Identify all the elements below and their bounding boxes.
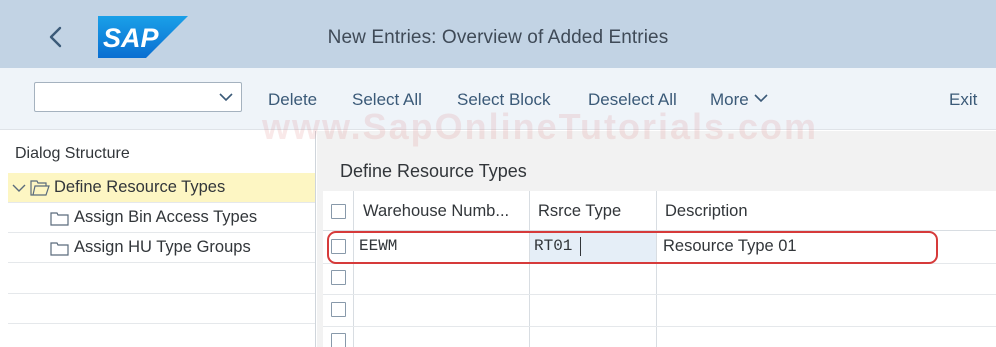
column-separator — [353, 191, 354, 347]
tree-item-assign-bin-access-types[interactable]: Assign Bin Access Types — [8, 203, 315, 233]
variant-dropdown[interactable] — [34, 82, 242, 112]
resource-type-input[interactable]: RT01 — [534, 237, 572, 255]
entries-table: Warehouse Numb... Rsrce Type Description… — [323, 191, 996, 347]
column-separator — [529, 191, 530, 347]
tree-item-label: Assign HU Type Groups — [74, 238, 251, 256]
tree-item-label: Assign Bin Access Types — [74, 208, 258, 226]
row-divider — [323, 294, 996, 295]
chevron-down-icon — [754, 94, 768, 103]
row-divider — [323, 263, 996, 264]
deselect-all-button[interactable]: Deselect All — [588, 90, 677, 110]
more-menu-label: More — [710, 90, 749, 109]
tree-item-define-resource-types[interactable]: Define Resource Types — [8, 173, 315, 203]
row-select-checkbox[interactable] — [331, 270, 346, 285]
shell-header: SAP New Entries: Overview of Added Entri… — [0, 0, 996, 68]
toolbar: Delete Select All Select Block Deselect … — [0, 68, 996, 130]
expand-chevron-icon[interactable] — [12, 183, 26, 193]
table-header-row: Warehouse Numb... Rsrce Type Description — [323, 191, 996, 231]
content-panel: Define Resource Types Warehouse Numb... … — [317, 131, 996, 347]
folder-icon — [50, 242, 69, 256]
more-menu-button[interactable]: More — [710, 90, 768, 110]
row-select-checkbox[interactable] — [331, 239, 346, 254]
tree-item-assign-hu-type-groups[interactable]: Assign HU Type Groups — [8, 233, 315, 263]
row-divider — [323, 326, 996, 327]
warehouse-cell[interactable]: EEWM — [359, 237, 397, 255]
table-title: Define Resource Types — [340, 161, 527, 181]
tree-divider — [8, 293, 315, 294]
tree-divider — [8, 323, 315, 324]
row-select-checkbox[interactable] — [331, 333, 346, 347]
column-header-description[interactable]: Description — [665, 202, 748, 221]
select-block-button[interactable]: Select Block — [457, 90, 551, 110]
row-select-checkbox[interactable] — [331, 302, 346, 317]
column-header-warehouse[interactable]: Warehouse Numb... — [363, 202, 509, 221]
description-cell[interactable]: Resource Type 01 — [663, 237, 797, 256]
column-header-resource-type[interactable]: Rsrce Type — [538, 202, 621, 221]
page-title: New Entries: Overview of Added Entries — [327, 27, 669, 48]
column-separator — [656, 191, 657, 347]
select-all-checkbox[interactable] — [331, 204, 346, 219]
dialog-structure-panel: Dialog Structure Define Resource Types A… — [0, 131, 316, 347]
text-caret — [580, 237, 581, 256]
select-all-button[interactable]: Select All — [352, 90, 422, 110]
chevron-down-icon — [219, 93, 233, 102]
tree-item-label: Define Resource Types — [54, 178, 226, 196]
folder-open-icon — [30, 180, 50, 196]
exit-button[interactable]: Exit — [949, 90, 977, 110]
dialog-structure-heading: Dialog Structure — [15, 145, 130, 162]
delete-button[interactable]: Delete — [268, 90, 317, 110]
folder-icon — [50, 212, 69, 226]
